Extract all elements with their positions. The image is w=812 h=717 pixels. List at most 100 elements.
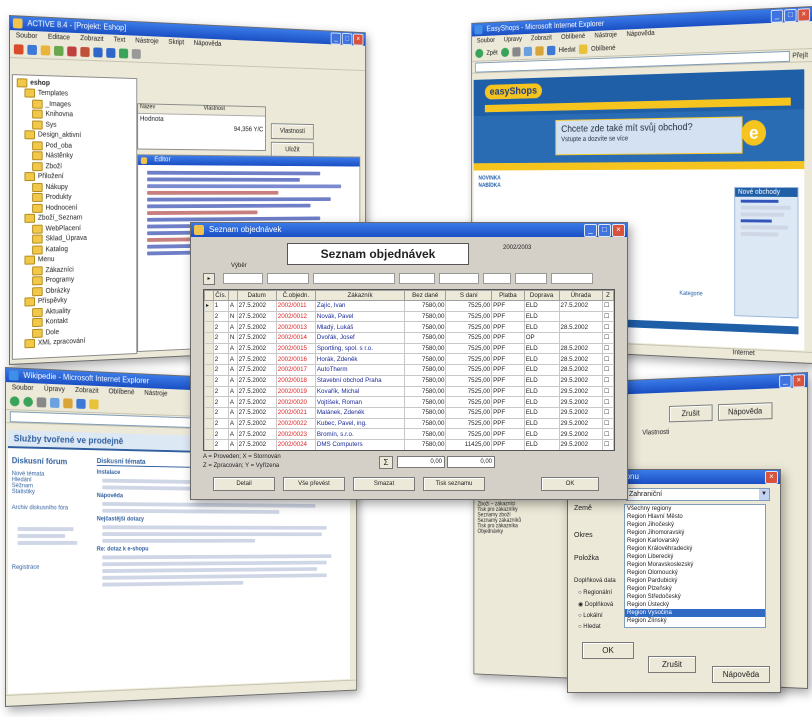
row-selector[interactable] [204,310,214,323]
table-row[interactable]: 2 N 27.5.2002 2002/0012 Novák, Pavel 7580,00 7… [204,310,614,323]
table-row[interactable]: 2 A 27.5.2002 2002/0015 Sportling, spol. s r… [204,342,614,355]
row-selector[interactable] [204,396,214,408]
menu-item[interactable]: Zobrazit [80,35,103,43]
radio-item[interactable]: ○ Hledat [578,624,622,630]
save-icon[interactable] [40,45,51,56]
list-item[interactable]: Region Moravskoslezský [625,561,765,569]
row-checkbox[interactable]: ☐ [602,385,614,398]
sidebar-link[interactable]: Registrace [12,564,91,571]
new-icon[interactable] [13,44,24,55]
column-header[interactable]: Zákazník [314,290,406,301]
table-row[interactable]: 2 A 27.5.2002 2002/0016 Horák, Zdeněk 7580,00… [204,353,614,366]
filter-field[interactable] [223,273,263,284]
detail-button[interactable]: Detail [213,477,275,491]
column-header[interactable]: Datum [236,290,277,301]
menu-item[interactable]: Nápověda [194,40,222,48]
sidebar-link[interactable]: Archiv diskusního fóra [12,505,91,512]
table-row[interactable]: 2 N 27.5.2002 2002/0014 Dvořák, Josef 7580,00… [204,332,614,344]
menu-item[interactable]: Nápověda [627,30,655,38]
tree-item[interactable]: Produkty [17,192,137,203]
close-icon[interactable]: × [792,374,806,388]
close-icon[interactable]: × [765,471,778,484]
open-icon[interactable] [27,44,37,56]
menu-item[interactable]: Úpravy [504,36,522,43]
row-selector[interactable] [204,417,214,430]
sidebar-link[interactable]: Statistiky [12,489,91,496]
row-checkbox[interactable]: ☐ [602,342,614,355]
banner[interactable]: Chcete zde také mít svůj obchod? Vstupte… [473,109,805,164]
ok-button[interactable]: OK [582,642,634,659]
back-icon[interactable] [475,48,484,59]
row-selector[interactable] [204,342,214,355]
news-item[interactable]: NOVINKA [478,176,535,182]
news-item[interactable]: NABÍDKA [478,183,535,189]
filter-field[interactable] [439,273,479,284]
filter-field[interactable] [515,273,547,284]
stop-icon[interactable] [36,397,47,408]
forward-icon[interactable] [500,47,510,58]
prop-name-col[interactable]: Název [138,104,204,114]
search-icon[interactable] [76,398,86,409]
filter-field[interactable] [313,273,395,284]
delete-button[interactable]: Smazat [353,477,415,491]
ok-button[interactable]: OK [541,477,599,491]
row-checkbox[interactable]: ☐ [602,438,614,450]
orders-titlebar[interactable]: Seznam objednávek _ □ × [191,223,627,237]
row-selector[interactable] [204,353,214,366]
table-row[interactable]: ▸ 1 A 27.5.2002 2002/0011 Zajíc, Ivan 7580,00 7… [204,300,614,312]
row-checkbox[interactable]: ☐ [602,374,614,387]
row-selector[interactable] [204,406,214,419]
column-header[interactable]: Doprava [523,290,560,301]
region-combo[interactable]: Zahraniční ▼ [626,488,770,501]
tree-item[interactable]: Přiložení [17,172,137,183]
menu-item[interactable]: Editace [48,34,70,42]
menu-item[interactable]: Nástroje [135,38,158,46]
transfer-all-button[interactable]: Vše převést [283,477,345,491]
menu-item[interactable]: Nástroje [144,390,167,398]
cancel-button[interactable]: Zrušit [668,404,713,423]
refresh-icon[interactable] [523,46,533,57]
row-selector[interactable] [204,332,214,344]
table-row[interactable]: 2 A 27.5.2002 2002/0021 Malánek, Zdeněk 7580,… [204,406,614,419]
list-item[interactable]: Region Pardubický [625,577,765,585]
post-title[interactable]: Re: dotaz k e-shopu [97,546,345,553]
home-icon[interactable] [63,398,73,409]
favorites-icon[interactable] [89,399,99,410]
row-checkbox[interactable]: ☐ [602,364,614,376]
maximize-icon[interactable]: □ [784,8,797,23]
favorites-icon[interactable] [579,44,588,55]
list-item[interactable]: Region Vysočina [625,609,765,617]
menu-item[interactable]: Úpravy [44,386,65,394]
column-header[interactable] [204,290,214,301]
table-row[interactable]: 2 A 27.5.2002 2002/0022 Kubec, Pavel, ing. 75… [204,417,614,430]
cancel-button[interactable]: Zrušit [648,656,696,673]
row-selector[interactable] [204,428,214,440]
row-checkbox[interactable]: ☐ [602,428,614,440]
site-logo[interactable]: easyShops [484,83,543,100]
refresh-icon[interactable] [50,397,60,408]
menu-item[interactable]: Soubor [12,384,34,392]
menu-item[interactable]: Zobrazit [75,387,98,395]
list-item[interactable]: Region Jihomoravský [625,529,765,537]
list-item[interactable]: Region Zlínský [625,617,765,625]
go-button[interactable]: Přejít [792,52,808,60]
paste-icon[interactable] [80,46,90,58]
column-header[interactable]: S daní [445,290,493,301]
menu-item[interactable]: Nástroje [594,32,616,40]
filter-button[interactable]: ▸ [203,273,215,285]
radio-item[interactable]: ○ Lokální [578,613,622,619]
copy-icon[interactable] [67,46,77,57]
row-checkbox[interactable]: ☐ [602,417,614,430]
filter-field[interactable] [267,273,309,284]
filter-field[interactable] [483,273,511,284]
forward-icon[interactable] [23,396,33,408]
row-checkbox[interactable]: ☐ [602,406,614,419]
list-item[interactable]: Region Liberecký [625,553,765,561]
tree-item[interactable]: Objednávky [477,529,559,535]
list-item[interactable]: Region Karlovarský [625,537,765,545]
prop-value-col[interactable]: Vlastnost [204,106,265,116]
table-row[interactable]: 2 A 27.5.2002 2002/0024 DMS Computers 7580,00… [204,438,614,450]
minimize-icon[interactable]: _ [770,9,784,23]
table-row[interactable]: 2 A 27.5.2002 2002/0019 Kovařík, Michal 7580,… [204,385,614,398]
list-item[interactable]: Všechny regiony [625,505,765,513]
